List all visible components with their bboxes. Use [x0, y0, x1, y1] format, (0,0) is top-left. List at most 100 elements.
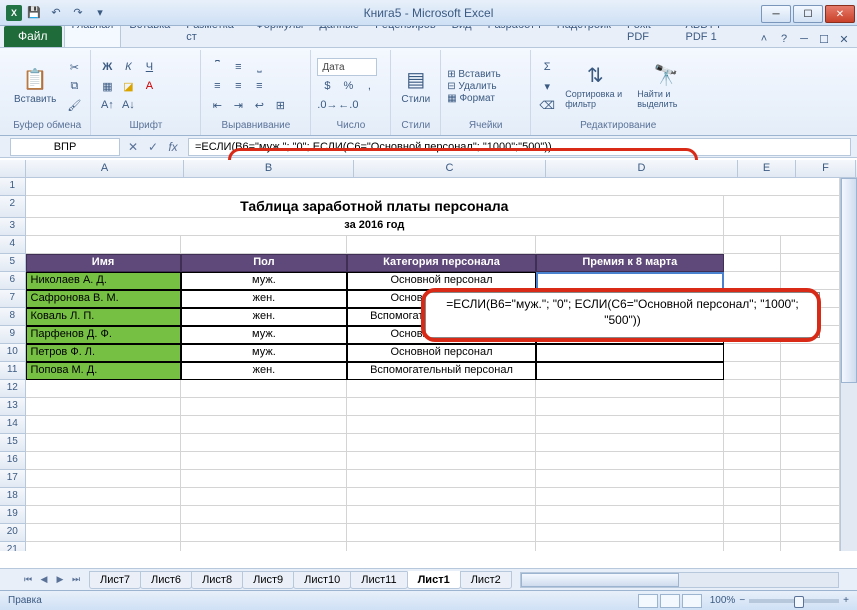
minimize-ribbon-icon[interactable]: ˄: [755, 31, 773, 47]
cell-A20[interactable]: [26, 524, 181, 542]
cell-A19[interactable]: [26, 506, 181, 524]
cell-F20[interactable]: [781, 524, 840, 542]
format-cells-button[interactable]: ▦ Формат: [447, 93, 501, 104]
format-painter-icon[interactable]: 🖌: [64, 96, 84, 114]
cell-C21[interactable]: [347, 542, 535, 551]
decrease-indent-icon[interactable]: ⇤: [207, 96, 227, 114]
page-layout-button[interactable]: [660, 594, 680, 608]
shrink-font-icon[interactable]: A↓: [118, 96, 138, 114]
bold-button[interactable]: Ж: [97, 58, 117, 76]
cell-C14[interactable]: [347, 416, 535, 434]
col-header-D[interactable]: D: [546, 160, 738, 177]
worksheet-grid[interactable]: ABCDEF 12Таблица заработной платы персон…: [0, 160, 857, 568]
fx-icon[interactable]: fx: [164, 138, 182, 156]
select-all-corner[interactable]: [0, 160, 26, 177]
cell-C17[interactable]: [347, 470, 535, 488]
row-header-1[interactable]: 1: [0, 178, 26, 196]
sheet-title[interactable]: Таблица заработной платы персонала: [26, 196, 725, 218]
cell-E20[interactable]: [724, 524, 781, 542]
cell-A8[interactable]: Коваль Л. П.: [26, 308, 181, 326]
cell-C4[interactable]: [347, 236, 535, 254]
autosum-icon[interactable]: Σ: [537, 58, 557, 76]
row-header-13[interactable]: 13: [0, 398, 26, 416]
row-header-19[interactable]: 19: [0, 506, 26, 524]
zoom-slider[interactable]: [749, 599, 839, 603]
cell-B17[interactable]: [181, 470, 348, 488]
find-select-button[interactable]: 🔭Найти и выделить: [633, 61, 699, 112]
cell-B19[interactable]: [181, 506, 348, 524]
row-header-18[interactable]: 18: [0, 488, 26, 506]
cell-B14[interactable]: [181, 416, 348, 434]
col-header-A[interactable]: A: [26, 160, 184, 177]
cell-E21[interactable]: [724, 542, 781, 551]
cell-B18[interactable]: [181, 488, 348, 506]
cell-E5[interactable]: [724, 254, 781, 272]
row-header-12[interactable]: 12: [0, 380, 26, 398]
row-header-20[interactable]: 20: [0, 524, 26, 542]
normal-view-button[interactable]: [638, 594, 658, 608]
cell-D21[interactable]: [536, 542, 724, 551]
cell-E17[interactable]: [724, 470, 781, 488]
last-sheet-icon[interactable]: ⏭: [68, 572, 84, 588]
row-header-15[interactable]: 15: [0, 434, 26, 452]
cell-D6[interactable]: [536, 272, 724, 290]
cancel-formula-icon[interactable]: ✕: [124, 138, 142, 156]
cell-B16[interactable]: [181, 452, 348, 470]
underline-button[interactable]: Ч: [139, 58, 159, 76]
cell-D20[interactable]: [536, 524, 724, 542]
cell-A6[interactable]: Николаев А. Д.: [26, 272, 181, 290]
cell-E11[interactable]: [724, 362, 781, 380]
name-box[interactable]: ВПР: [10, 138, 120, 156]
cell-A11[interactable]: Попова М. Д.: [26, 362, 181, 380]
cell-A17[interactable]: [26, 470, 181, 488]
row-header-10[interactable]: 10: [0, 344, 26, 362]
row-header-11[interactable]: 11: [0, 362, 26, 380]
undo-icon[interactable]: ↶: [46, 3, 66, 23]
sheet-tab-Лист1[interactable]: Лист1: [407, 571, 461, 589]
delete-cells-button[interactable]: ⊟ Удалить: [447, 81, 501, 92]
zoom-in-icon[interactable]: +: [843, 595, 849, 606]
cell-A15[interactable]: [26, 434, 181, 452]
redo-icon[interactable]: ↷: [68, 3, 88, 23]
cell-C13[interactable]: [347, 398, 535, 416]
cell-A7[interactable]: Сафронова В. М.: [26, 290, 181, 308]
file-tab[interactable]: Файл: [4, 26, 62, 47]
col-header-E[interactable]: E: [738, 160, 796, 177]
cell-B11[interactable]: жен.: [181, 362, 348, 380]
cell-D18[interactable]: [536, 488, 724, 506]
cell-B12[interactable]: [181, 380, 348, 398]
cell-D12[interactable]: [536, 380, 724, 398]
child-minimize-icon[interactable]: ─: [795, 31, 813, 47]
align-center-icon[interactable]: ≡: [228, 77, 248, 95]
increase-decimal-icon[interactable]: .0→: [317, 96, 337, 114]
cell-B15[interactable]: [181, 434, 348, 452]
wrap-text-icon[interactable]: ↩: [249, 96, 269, 114]
cell-C6[interactable]: Основной персонал: [347, 272, 535, 290]
cell-A10[interactable]: Петров Ф. Л.: [26, 344, 181, 362]
cell-B4[interactable]: [181, 236, 348, 254]
child-restore-icon[interactable]: ☐: [815, 31, 833, 47]
col-header-F[interactable]: F: [796, 160, 856, 177]
prev-sheet-icon[interactable]: ◀: [36, 572, 52, 588]
cell-F17[interactable]: [781, 470, 840, 488]
cell-D10[interactable]: [536, 344, 724, 362]
help-icon[interactable]: ?: [775, 31, 793, 47]
cell-B6[interactable]: муж.: [181, 272, 348, 290]
minimize-button[interactable]: ─: [761, 5, 791, 23]
formula-input[interactable]: =ЕСЛИ(B6="муж."; "0"; ЕСЛИ(C6="Основной …: [188, 138, 851, 156]
cell-C18[interactable]: [347, 488, 535, 506]
sheet-tab-Лист8[interactable]: Лист8: [191, 571, 243, 589]
sheet-subtitle[interactable]: за 2016 год: [26, 218, 725, 236]
row-header-16[interactable]: 16: [0, 452, 26, 470]
merge-cells-icon[interactable]: ⊞: [270, 96, 290, 114]
copy-icon[interactable]: ⧉: [64, 77, 84, 95]
cell-A21[interactable]: [26, 542, 181, 551]
cell-D14[interactable]: [536, 416, 724, 434]
col-header-B[interactable]: B: [184, 160, 354, 177]
cell-D17[interactable]: [536, 470, 724, 488]
cell-F18[interactable]: [781, 488, 840, 506]
horizontal-scrollbar[interactable]: [520, 572, 839, 588]
border-icon[interactable]: ▦: [97, 77, 117, 95]
paste-button[interactable]: 📋Вставить: [10, 65, 60, 107]
align-right-icon[interactable]: ≡: [249, 77, 269, 95]
